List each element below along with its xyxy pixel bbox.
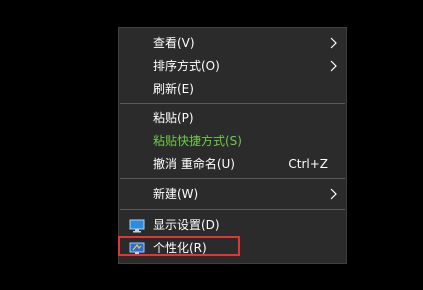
menu-item-label: 排序方式(O) <box>153 59 220 73</box>
menu-separator <box>120 178 345 179</box>
menu-separator <box>120 103 345 104</box>
menu-item-undo-rename[interactable]: 撤消 重命名(U) Ctrl+Z <box>119 153 346 175</box>
menu-separator <box>120 209 345 210</box>
chevron-right-icon <box>328 32 340 54</box>
menu-item-label: 个性化(R) <box>153 241 207 255</box>
menu-item-shortcut: Ctrl+Z <box>288 157 328 171</box>
menu-item-sort-by[interactable]: 排序方式(O) <box>119 55 346 77</box>
menu-item-new[interactable]: 新建(W) <box>119 183 346 205</box>
menu-item-display-settings[interactable]: 显示设置(D) <box>119 214 346 236</box>
menu-item-refresh[interactable]: 刷新(E) <box>119 78 346 100</box>
context-menu: 查看(V) 排序方式(O) 刷新(E) 粘贴(P) 粘贴快捷方式(S) 撤消 重… <box>118 27 347 264</box>
menu-item-label: 查看(V) <box>153 36 195 50</box>
chevron-right-icon <box>328 55 340 77</box>
display-icon <box>129 218 145 233</box>
desktop-background: 查看(V) 排序方式(O) 刷新(E) 粘贴(P) 粘贴快捷方式(S) 撤消 重… <box>0 0 423 290</box>
personalize-icon <box>129 241 145 256</box>
menu-item-label: 粘贴(P) <box>153 111 194 125</box>
menu-item-paste[interactable]: 粘贴(P) <box>119 107 346 129</box>
menu-item-paste-shortcut[interactable]: 粘贴快捷方式(S) <box>119 130 346 152</box>
menu-item-view[interactable]: 查看(V) <box>119 32 346 54</box>
chevron-right-icon <box>328 183 340 205</box>
menu-item-label: 新建(W) <box>153 187 199 201</box>
menu-item-personalize[interactable]: 个性化(R) <box>119 237 346 259</box>
menu-item-label: 显示设置(D) <box>153 218 220 232</box>
menu-item-label: 粘贴快捷方式(S) <box>153 134 242 148</box>
menu-item-label: 撤消 重命名(U) <box>153 157 235 171</box>
menu-item-label: 刷新(E) <box>153 82 194 96</box>
